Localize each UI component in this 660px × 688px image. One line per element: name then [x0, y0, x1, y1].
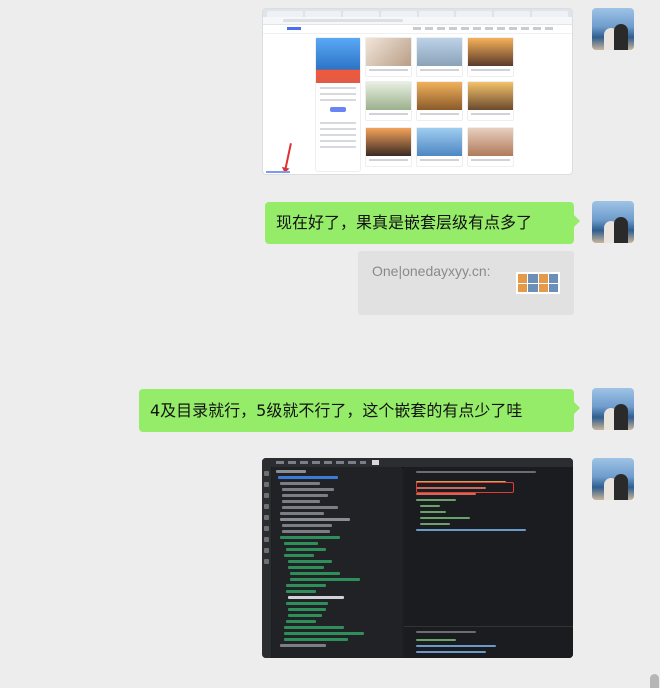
photo-card	[365, 127, 412, 167]
browser-tab-bar	[263, 9, 572, 17]
chat-scrollbar-thumb[interactable]	[650, 674, 659, 688]
editor-screenshot-image[interactable]	[262, 458, 573, 658]
photo-card	[467, 81, 514, 121]
link-card[interactable]: One|onedayxyy.cn:	[358, 251, 574, 315]
photo-card	[416, 81, 463, 121]
site-nav-bar	[263, 25, 572, 34]
browser-screenshot-image[interactable]	[262, 8, 573, 175]
file-explorer-tree	[272, 467, 402, 658]
red-arrow-annotation	[284, 143, 292, 171]
sender-avatar[interactable]	[592, 388, 634, 430]
sender-avatar[interactable]	[592, 8, 634, 50]
photo-card	[416, 37, 463, 77]
editor-activity-bar	[262, 467, 271, 658]
red-box-annotation	[416, 482, 514, 493]
terminal-panel	[404, 626, 573, 658]
link-card-thumbnail	[516, 272, 560, 294]
photo-card	[365, 81, 412, 121]
browser-address-bar	[263, 17, 572, 25]
profile-card	[315, 37, 361, 172]
text-message-bubble[interactable]: 现在好了，果真是嵌套层级有点多了	[265, 202, 580, 244]
photo-card	[467, 127, 514, 167]
link-card-title: One|onedayxyy.cn:	[372, 263, 491, 279]
photo-card	[365, 37, 412, 77]
text-message-bubble[interactable]: 4及目录就行，5级就不行了，这个嵌套的有点少了哇	[139, 389, 580, 432]
sender-avatar[interactable]	[592, 201, 634, 243]
photo-card	[416, 127, 463, 167]
footer-link	[266, 171, 290, 173]
sender-avatar[interactable]	[592, 458, 634, 500]
photo-card	[467, 37, 514, 77]
